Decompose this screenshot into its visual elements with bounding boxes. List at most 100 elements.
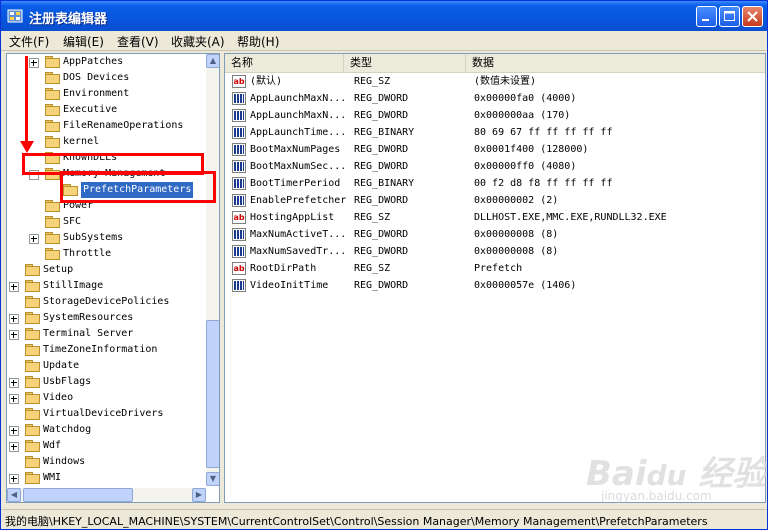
close-button[interactable]: [742, 6, 763, 27]
menu-edit[interactable]: 编辑(E): [63, 33, 104, 50]
tree-item[interactable]: Video: [7, 390, 206, 406]
value-row[interactable]: VideoInitTime REG_DWORD 0x0000057e (1406): [225, 277, 765, 294]
tree-item[interactable]: Windows: [7, 454, 206, 470]
tree-item[interactable]: TimeZoneInformation: [7, 342, 206, 358]
value-type: REG_BINARY: [354, 178, 415, 189]
value-row[interactable]: ab (默认) REG_SZ (数值未设置): [225, 73, 765, 90]
value-row[interactable]: ab HostingAppList REG_SZ DLLHOST.EXE,MMC.EX…: [225, 209, 765, 226]
folder-icon: [45, 136, 60, 148]
tree-vertical-scrollbar[interactable]: ▲ ▼: [206, 54, 219, 486]
value-type: REG_DWORD: [354, 144, 409, 155]
value-type: REG_DWORD: [354, 229, 409, 240]
folder-icon: [45, 104, 60, 116]
tree-item[interactable]: SubSystems: [7, 230, 206, 246]
tree-item[interactable]: AppPatches: [7, 54, 206, 70]
expand-icon[interactable]: [29, 234, 39, 244]
expand-icon[interactable]: [9, 314, 19, 324]
tree-item-label: DOS Devices: [63, 72, 130, 83]
scroll-left-button[interactable]: ◀: [7, 488, 21, 502]
value-data: 80 69 67 ff ff ff ff ff: [474, 127, 613, 138]
expand-icon[interactable]: [9, 282, 19, 292]
tree-item[interactable]: VirtualDeviceDrivers: [7, 406, 206, 422]
tree-item[interactable]: kernel: [7, 134, 206, 150]
value-row[interactable]: ab RootDirPath REG_SZ Prefetch: [225, 260, 765, 277]
tree-item-label: kernel: [63, 136, 100, 147]
binary-value-icon: [232, 228, 246, 241]
registry-values-list[interactable]: 名称 类型 数据 ab (默认) REG_SZ (数值未设置) AppLaunchMax…: [224, 53, 766, 503]
tree-item[interactable]: DOS Devices: [7, 70, 206, 86]
folder-icon: [25, 408, 40, 420]
menu-view[interactable]: 查看(V): [117, 33, 159, 50]
minimize-button[interactable]: [696, 6, 717, 27]
tree-item[interactable]: Environment: [7, 86, 206, 102]
expand-icon[interactable]: [9, 378, 19, 388]
registry-key-tree[interactable]: AppPatches DOS Devices Environment Executiv…: [6, 53, 220, 503]
tree-item[interactable]: Throttle: [7, 246, 206, 262]
tree-item-label: VirtualDeviceDrivers: [43, 408, 164, 419]
scroll-thumb[interactable]: [206, 320, 219, 468]
tree-item[interactable]: Executive: [7, 102, 206, 118]
expand-icon[interactable]: [9, 474, 19, 484]
value-row[interactable]: BootMaxNumPages REG_DWORD 0x0001f400 (1280…: [225, 141, 765, 158]
value-row[interactable]: MaxNumSavedTr... REG_DWORD 0x00000008 (8): [225, 243, 765, 260]
value-type: REG_SZ: [354, 76, 391, 87]
binary-value-icon: [232, 92, 246, 105]
baidu-watermark-logo: Baidu 经验: [586, 454, 767, 494]
tree-item[interactable]: UsbFlags: [7, 374, 206, 390]
tree-item-label: FileRenameOperations: [63, 120, 184, 131]
menu-bar: 文件(F) 编辑(E) 查看(V) 收藏夹(A) 帮助(H): [1, 31, 767, 51]
value-row[interactable]: BootTimerPeriod REG_BINARY 00 f2 d8 f8 ff …: [225, 175, 765, 192]
menu-favorites[interactable]: 收藏夹(A): [171, 33, 225, 50]
value-name: AppLaunchTime...: [250, 127, 347, 138]
folder-icon: [45, 88, 60, 100]
binary-value-icon: [232, 143, 246, 156]
value-type: REG_DWORD: [354, 246, 409, 257]
tree-item[interactable]: SFC: [7, 214, 206, 230]
value-row[interactable]: AppLaunchMaxN... REG_DWORD 0x00000fa0 (400…: [225, 90, 765, 107]
tree-item[interactable]: WMI: [7, 470, 206, 486]
tree-item[interactable]: SystemResources: [7, 310, 206, 326]
folder-icon: [25, 472, 40, 484]
folder-icon: [25, 376, 40, 388]
value-data: 0x00000fa0 (4000): [474, 93, 577, 104]
menu-file[interactable]: 文件(F): [9, 33, 49, 50]
column-header-type[interactable]: 类型: [344, 54, 466, 72]
value-data: 0x000000aa (170): [474, 110, 571, 121]
tree-item[interactable]: StorageDevicePolicies: [7, 294, 206, 310]
expand-icon[interactable]: [9, 442, 19, 452]
scroll-up-button[interactable]: ▲: [206, 54, 219, 68]
tree-item[interactable]: Terminal Server: [7, 326, 206, 342]
tree-item[interactable]: Watchdog: [7, 422, 206, 438]
tree-item[interactable]: Setup: [7, 262, 206, 278]
value-type: REG_SZ: [354, 212, 391, 223]
tree-item[interactable]: StillImage: [7, 278, 206, 294]
tree-item-label: AppPatches: [63, 56, 124, 67]
scroll-thumb[interactable]: [23, 488, 133, 502]
column-header-data[interactable]: 数据: [466, 54, 765, 72]
value-row[interactable]: MaxNumActiveT... REG_DWORD 0x00000008 (8): [225, 226, 765, 243]
tree-item-label: Setup: [43, 264, 74, 275]
value-row[interactable]: EnablePrefetcher REG_DWORD 0x00000002 (2): [225, 192, 765, 209]
value-row[interactable]: BootMaxNumSec... REG_DWORD 0x00000ff0 (408…: [225, 158, 765, 175]
expand-icon[interactable]: [29, 58, 39, 68]
expand-icon[interactable]: [9, 394, 19, 404]
value-row[interactable]: AppLaunchTime... REG_BINARY 80 69 67 ff ff…: [225, 124, 765, 141]
tree-item[interactable]: Update: [7, 358, 206, 374]
value-name: VideoInitTime: [250, 280, 329, 291]
scroll-down-button[interactable]: ▼: [206, 472, 219, 486]
folder-icon: [25, 440, 40, 452]
tree-item[interactable]: FileRenameOperations: [7, 118, 206, 134]
column-header-name[interactable]: 名称: [225, 54, 344, 72]
expand-icon[interactable]: [9, 330, 19, 340]
menu-help[interactable]: 帮助(H): [237, 33, 279, 50]
tree-horizontal-scrollbar[interactable]: ◀ ▶: [7, 488, 206, 502]
value-data: Prefetch: [474, 263, 523, 274]
scroll-right-button[interactable]: ▶: [192, 488, 206, 502]
value-data: 0x0001f400 (128000): [474, 144, 589, 155]
expand-icon[interactable]: [9, 426, 19, 436]
value-row[interactable]: AppLaunchMaxN... REG_DWORD 0x000000aa (170…: [225, 107, 765, 124]
title-bar[interactable]: 注册表编辑器: [1, 1, 767, 31]
value-name: MaxNumActiveT...: [250, 229, 347, 240]
tree-item[interactable]: Wdf: [7, 438, 206, 454]
maximize-button[interactable]: [719, 6, 740, 27]
